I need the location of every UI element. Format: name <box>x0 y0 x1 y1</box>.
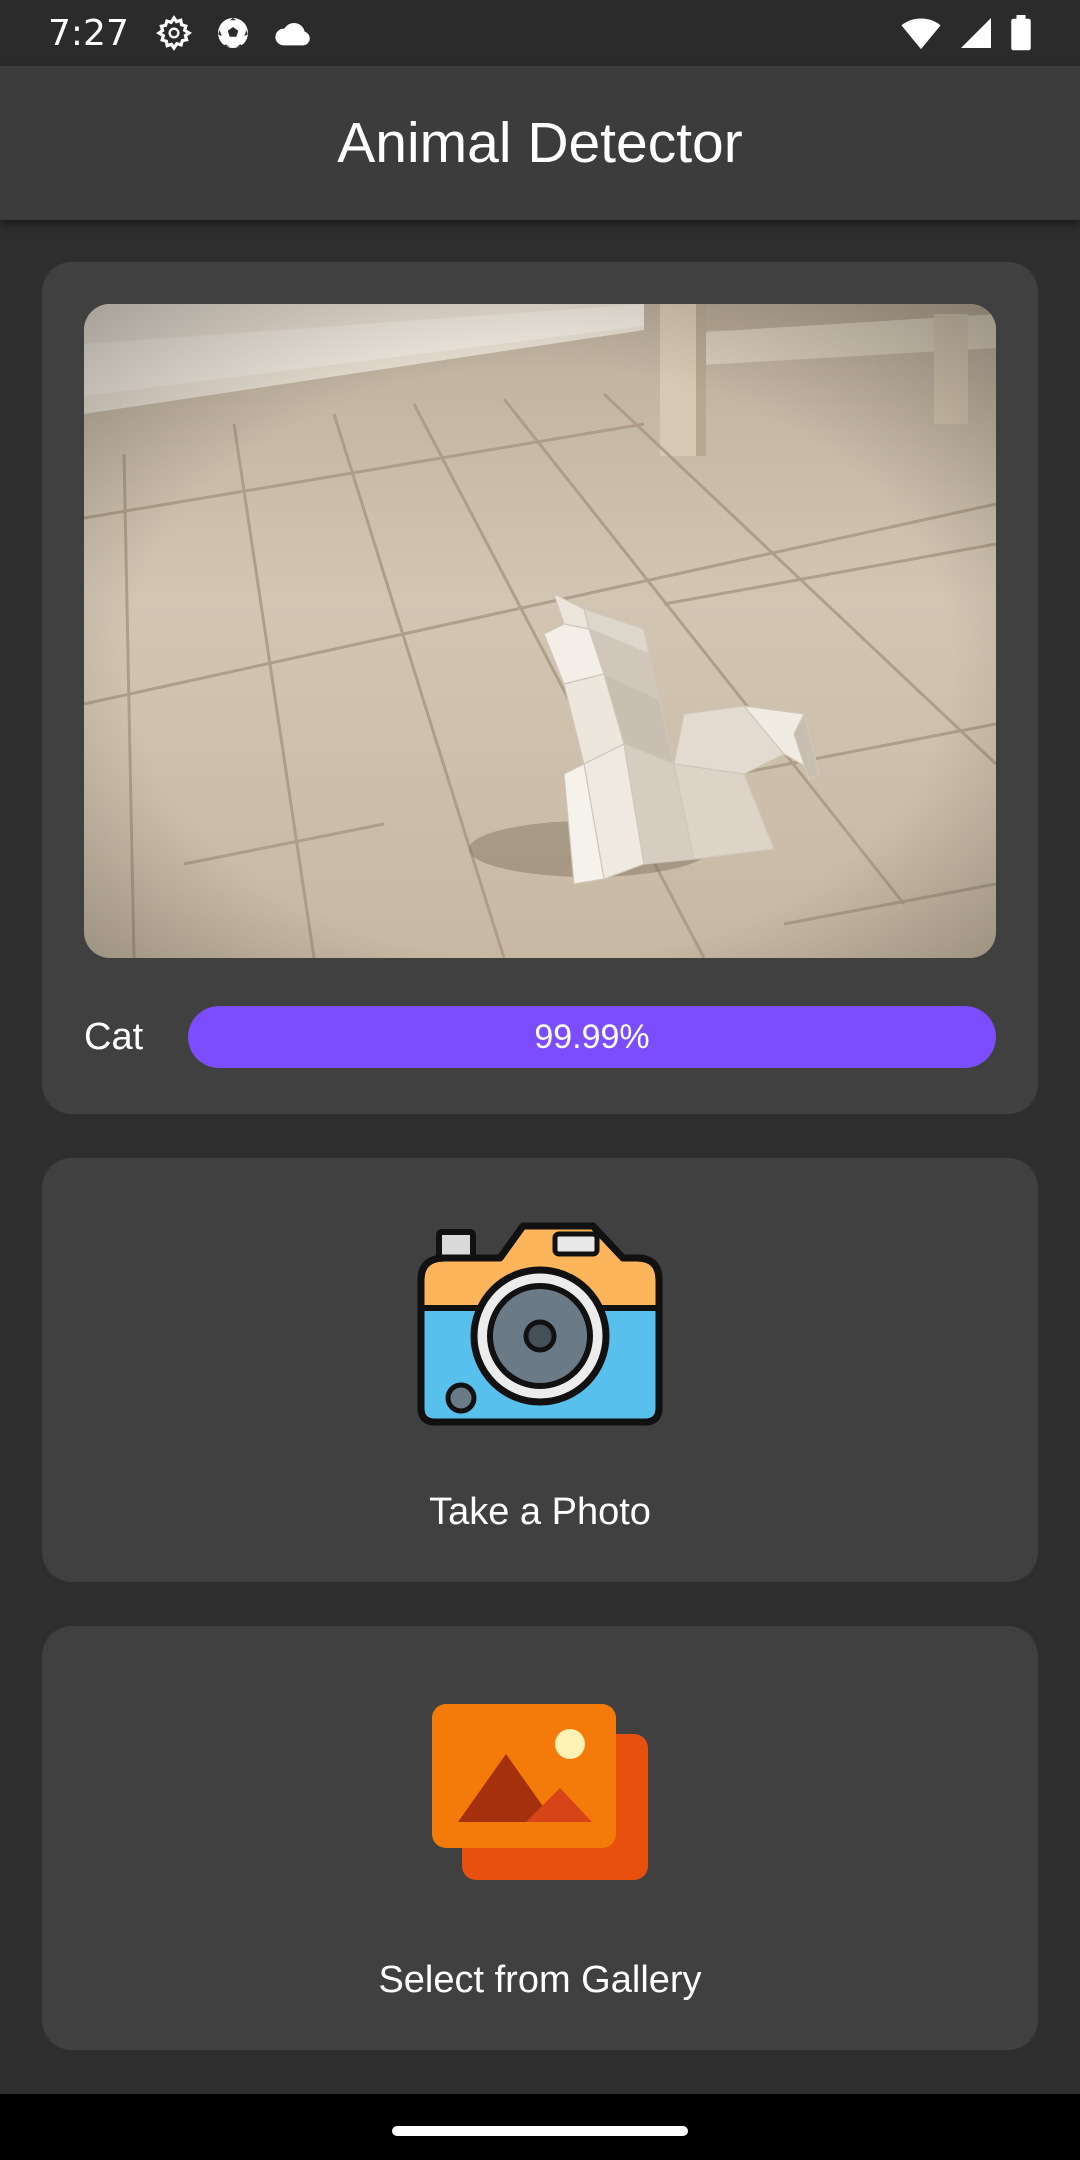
camera-icon <box>417 1222 663 1426</box>
result-photo <box>84 304 996 958</box>
take-photo-label: Take a Photo <box>429 1491 651 1533</box>
cat-photo <box>84 304 996 958</box>
result-row: Cat 99.99% <box>84 1006 996 1068</box>
settings-icon <box>155 15 192 51</box>
status-bar: 7:27 <box>0 0 1080 66</box>
cloud-icon <box>275 22 310 46</box>
confidence-text: 99.99% <box>534 1017 650 1056</box>
app-bar: Animal Detector <box>0 66 1080 220</box>
gallery-icon <box>432 1704 648 1880</box>
result-card: Cat 99.99% <box>42 262 1038 1114</box>
signal-icon <box>961 18 991 48</box>
result-label: Cat <box>84 1015 144 1058</box>
soccer-ball-icon <box>217 18 248 48</box>
home-handle[interactable] <box>392 2126 688 2136</box>
wifi-icon <box>901 18 941 50</box>
navigation-bar <box>0 2094 1080 2160</box>
status-time: 7:27 <box>48 12 129 54</box>
select-gallery-label: Select from Gallery <box>378 1959 702 2001</box>
app-title: Animal Detector <box>337 111 743 175</box>
confidence-bar: 99.99% <box>188 1006 996 1068</box>
battery-icon <box>1011 15 1031 51</box>
status-notification-icons <box>155 14 313 52</box>
select-gallery-button[interactable]: Select from Gallery <box>42 1626 1038 2050</box>
take-photo-button[interactable]: Take a Photo <box>42 1158 1038 1582</box>
status-system-icons <box>900 15 1032 51</box>
